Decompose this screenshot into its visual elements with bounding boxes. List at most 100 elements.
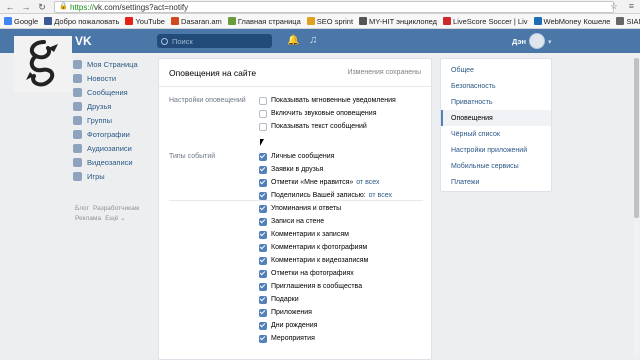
sidebar-item[interactable]: Видеозаписи bbox=[73, 155, 153, 169]
sidebar-item[interactable]: Группы bbox=[73, 113, 153, 127]
checkbox-checked[interactable] bbox=[259, 308, 267, 317]
sidebar-item[interactable]: Моя Страница bbox=[73, 57, 153, 71]
settings-menu-item[interactable]: Настройки приложений bbox=[441, 142, 551, 158]
footer-link[interactable]: Разработчикам bbox=[93, 205, 139, 212]
chevron-down-icon[interactable]: ▾ bbox=[548, 38, 552, 46]
bookmark-item[interactable]: YouTube bbox=[125, 17, 165, 26]
option-label: Личные сообщения bbox=[271, 153, 335, 160]
option-scope-link[interactable]: от всех bbox=[369, 192, 392, 199]
checkbox-option[interactable]: Отметки на фотографиях bbox=[259, 267, 392, 280]
sidebar-item[interactable]: Друзья bbox=[73, 99, 153, 113]
checkbox-option[interactable]: Личные сообщения bbox=[259, 150, 392, 163]
address-bar[interactable]: 🔒 https://vk.com/settings?act=notify bbox=[54, 1, 614, 13]
sidebar-item[interactable]: Сообщения bbox=[73, 85, 153, 99]
settings-menu-item[interactable]: Платежи bbox=[441, 174, 551, 190]
forward-icon[interactable]: → bbox=[20, 1, 32, 13]
bookmark-item[interactable]: Google bbox=[4, 17, 38, 26]
checkbox-option[interactable]: Дни рождения bbox=[259, 319, 392, 332]
bookmark-label: Добро пожаловать bbox=[54, 16, 120, 26]
option-scope-link[interactable]: от всех bbox=[356, 179, 379, 186]
bookmark-item[interactable]: MY-HIT энциклопед bbox=[359, 17, 437, 26]
bookmark-favicon-icon bbox=[227, 17, 236, 25]
vk-header: VK 🔔 ♫ Дэн ▾ bbox=[0, 29, 640, 53]
sidebar-item[interactable]: Фотографии bbox=[73, 127, 153, 141]
bookmark-star-icon[interactable]: ☆ bbox=[610, 1, 618, 12]
bell-icon[interactable]: 🔔 bbox=[287, 35, 299, 46]
photos-icon bbox=[73, 129, 82, 139]
checkbox-checked[interactable] bbox=[259, 178, 267, 187]
messages-icon bbox=[73, 87, 82, 97]
search-box[interactable] bbox=[157, 34, 272, 48]
settings-menu-item[interactable]: Оповещения bbox=[441, 110, 551, 126]
scrollbar[interactable] bbox=[634, 54, 639, 358]
bookmark-item[interactable]: SIAMMEDIA bbox=[616, 17, 640, 26]
checkbox-checked[interactable] bbox=[259, 204, 267, 213]
music-icon[interactable]: ♫ bbox=[309, 34, 318, 46]
checkbox-unchecked[interactable] bbox=[259, 109, 267, 118]
checkbox-checked[interactable] bbox=[259, 165, 267, 174]
event-options: Личные сообщения Заявки в друзья Отметки «… bbox=[259, 150, 392, 345]
reload-icon[interactable]: ↻ bbox=[36, 1, 48, 13]
checkbox-checked[interactable] bbox=[259, 295, 267, 304]
card-header: Оповещения на сайте Изменения сохранены bbox=[159, 59, 431, 87]
bookmark-item[interactable]: Добро пожаловать bbox=[44, 17, 119, 26]
sidebar-item[interactable]: Новости bbox=[73, 71, 153, 85]
checkbox-option[interactable]: Заявки в друзья bbox=[259, 163, 392, 176]
browser-menu-icon[interactable]: ≡ bbox=[629, 1, 634, 11]
option-label: Поделились Вашей записью: bbox=[271, 192, 366, 199]
sidebar-item[interactable]: Игры bbox=[73, 169, 153, 183]
user-name[interactable]: Дэн bbox=[512, 37, 526, 46]
footer-link[interactable]: Блог bbox=[75, 205, 89, 212]
sidebar-item-label: Фотографии bbox=[87, 129, 130, 139]
settings-menu-item[interactable]: Приватность bbox=[441, 94, 551, 110]
video-icon bbox=[73, 157, 82, 167]
settings-menu-item[interactable]: Мобильные сервисы bbox=[441, 158, 551, 174]
back-icon[interactable]: ← bbox=[4, 1, 16, 13]
checkbox-checked[interactable] bbox=[259, 230, 267, 239]
checkbox-option[interactable]: Комментарии к видеозаписям bbox=[259, 254, 392, 267]
checkbox-checked[interactable] bbox=[259, 282, 267, 291]
footer-link[interactable]: Ещё ⌄ bbox=[105, 215, 126, 222]
checkbox-option[interactable]: Отметки «Мне нравится» от всех bbox=[259, 176, 392, 189]
bookmark-item[interactable]: Dasaran.am bbox=[170, 17, 222, 26]
checkbox-checked[interactable] bbox=[259, 152, 267, 161]
checkbox-checked[interactable] bbox=[259, 269, 267, 278]
avatar[interactable] bbox=[529, 33, 545, 49]
settings-menu-item[interactable]: Чёрный список bbox=[441, 126, 551, 142]
bookmark-item[interactable]: WebMoney Кошеле bbox=[533, 17, 610, 26]
checkbox-unchecked[interactable] bbox=[259, 122, 267, 131]
checkbox-checked[interactable] bbox=[259, 243, 267, 252]
vk-logo[interactable]: VK bbox=[75, 34, 97, 48]
sidebar-item-label: Сообщения bbox=[87, 87, 128, 97]
settings-menu-item[interactable]: Общее bbox=[441, 62, 551, 78]
checkbox-option[interactable]: Поделились Вашей записью: от всех bbox=[259, 189, 392, 202]
browser-toolbar: ← → ↻ 🔒 https://vk.com/settings?act=noti… bbox=[0, 0, 640, 14]
checkbox-option[interactable]: Включить звуковые оповещения bbox=[259, 107, 396, 120]
checkbox-unchecked[interactable] bbox=[259, 96, 267, 105]
scrollbar-thumb[interactable] bbox=[634, 58, 639, 218]
checkbox-option[interactable]: Подарки bbox=[259, 293, 392, 306]
checkbox-option[interactable]: Показывать текст сообщений bbox=[259, 120, 396, 133]
checkbox-checked[interactable] bbox=[259, 334, 267, 343]
checkbox-option[interactable]: Показывать мгновенные уведомления bbox=[259, 94, 396, 107]
checkbox-option[interactable]: Приглашения в сообщества bbox=[259, 280, 392, 293]
checkbox-option[interactable]: Приложения bbox=[259, 306, 392, 319]
settings-menu-item[interactable]: Безопасность bbox=[441, 78, 551, 94]
checkbox-option[interactable]: Упоминания и ответы bbox=[259, 202, 392, 215]
checkbox-checked[interactable] bbox=[259, 217, 267, 226]
checkbox-option[interactable]: Мероприятия bbox=[259, 332, 392, 345]
option-label: Комментарии к записям bbox=[271, 231, 349, 238]
bookmark-item[interactable]: SEO sprint bbox=[306, 17, 353, 26]
bookmark-item[interactable]: Главная страница bbox=[227, 17, 301, 26]
bookmark-item[interactable]: LiveScore Soccer | Liv bbox=[443, 17, 528, 26]
search-input[interactable] bbox=[172, 36, 267, 46]
checkbox-option[interactable]: Комментарии к фотографиям bbox=[259, 241, 392, 254]
checkbox-option[interactable]: Записи на стене bbox=[259, 215, 392, 228]
footer-link[interactable]: Реклама bbox=[75, 215, 101, 222]
checkbox-checked[interactable] bbox=[259, 321, 267, 330]
sidebar-item[interactable]: Аудиозаписи bbox=[73, 141, 153, 155]
checkbox-checked[interactable] bbox=[259, 191, 267, 200]
checkbox-option[interactable]: Комментарии к записям bbox=[259, 228, 392, 241]
bookmark-favicon-icon bbox=[170, 17, 179, 25]
checkbox-checked[interactable] bbox=[259, 256, 267, 265]
